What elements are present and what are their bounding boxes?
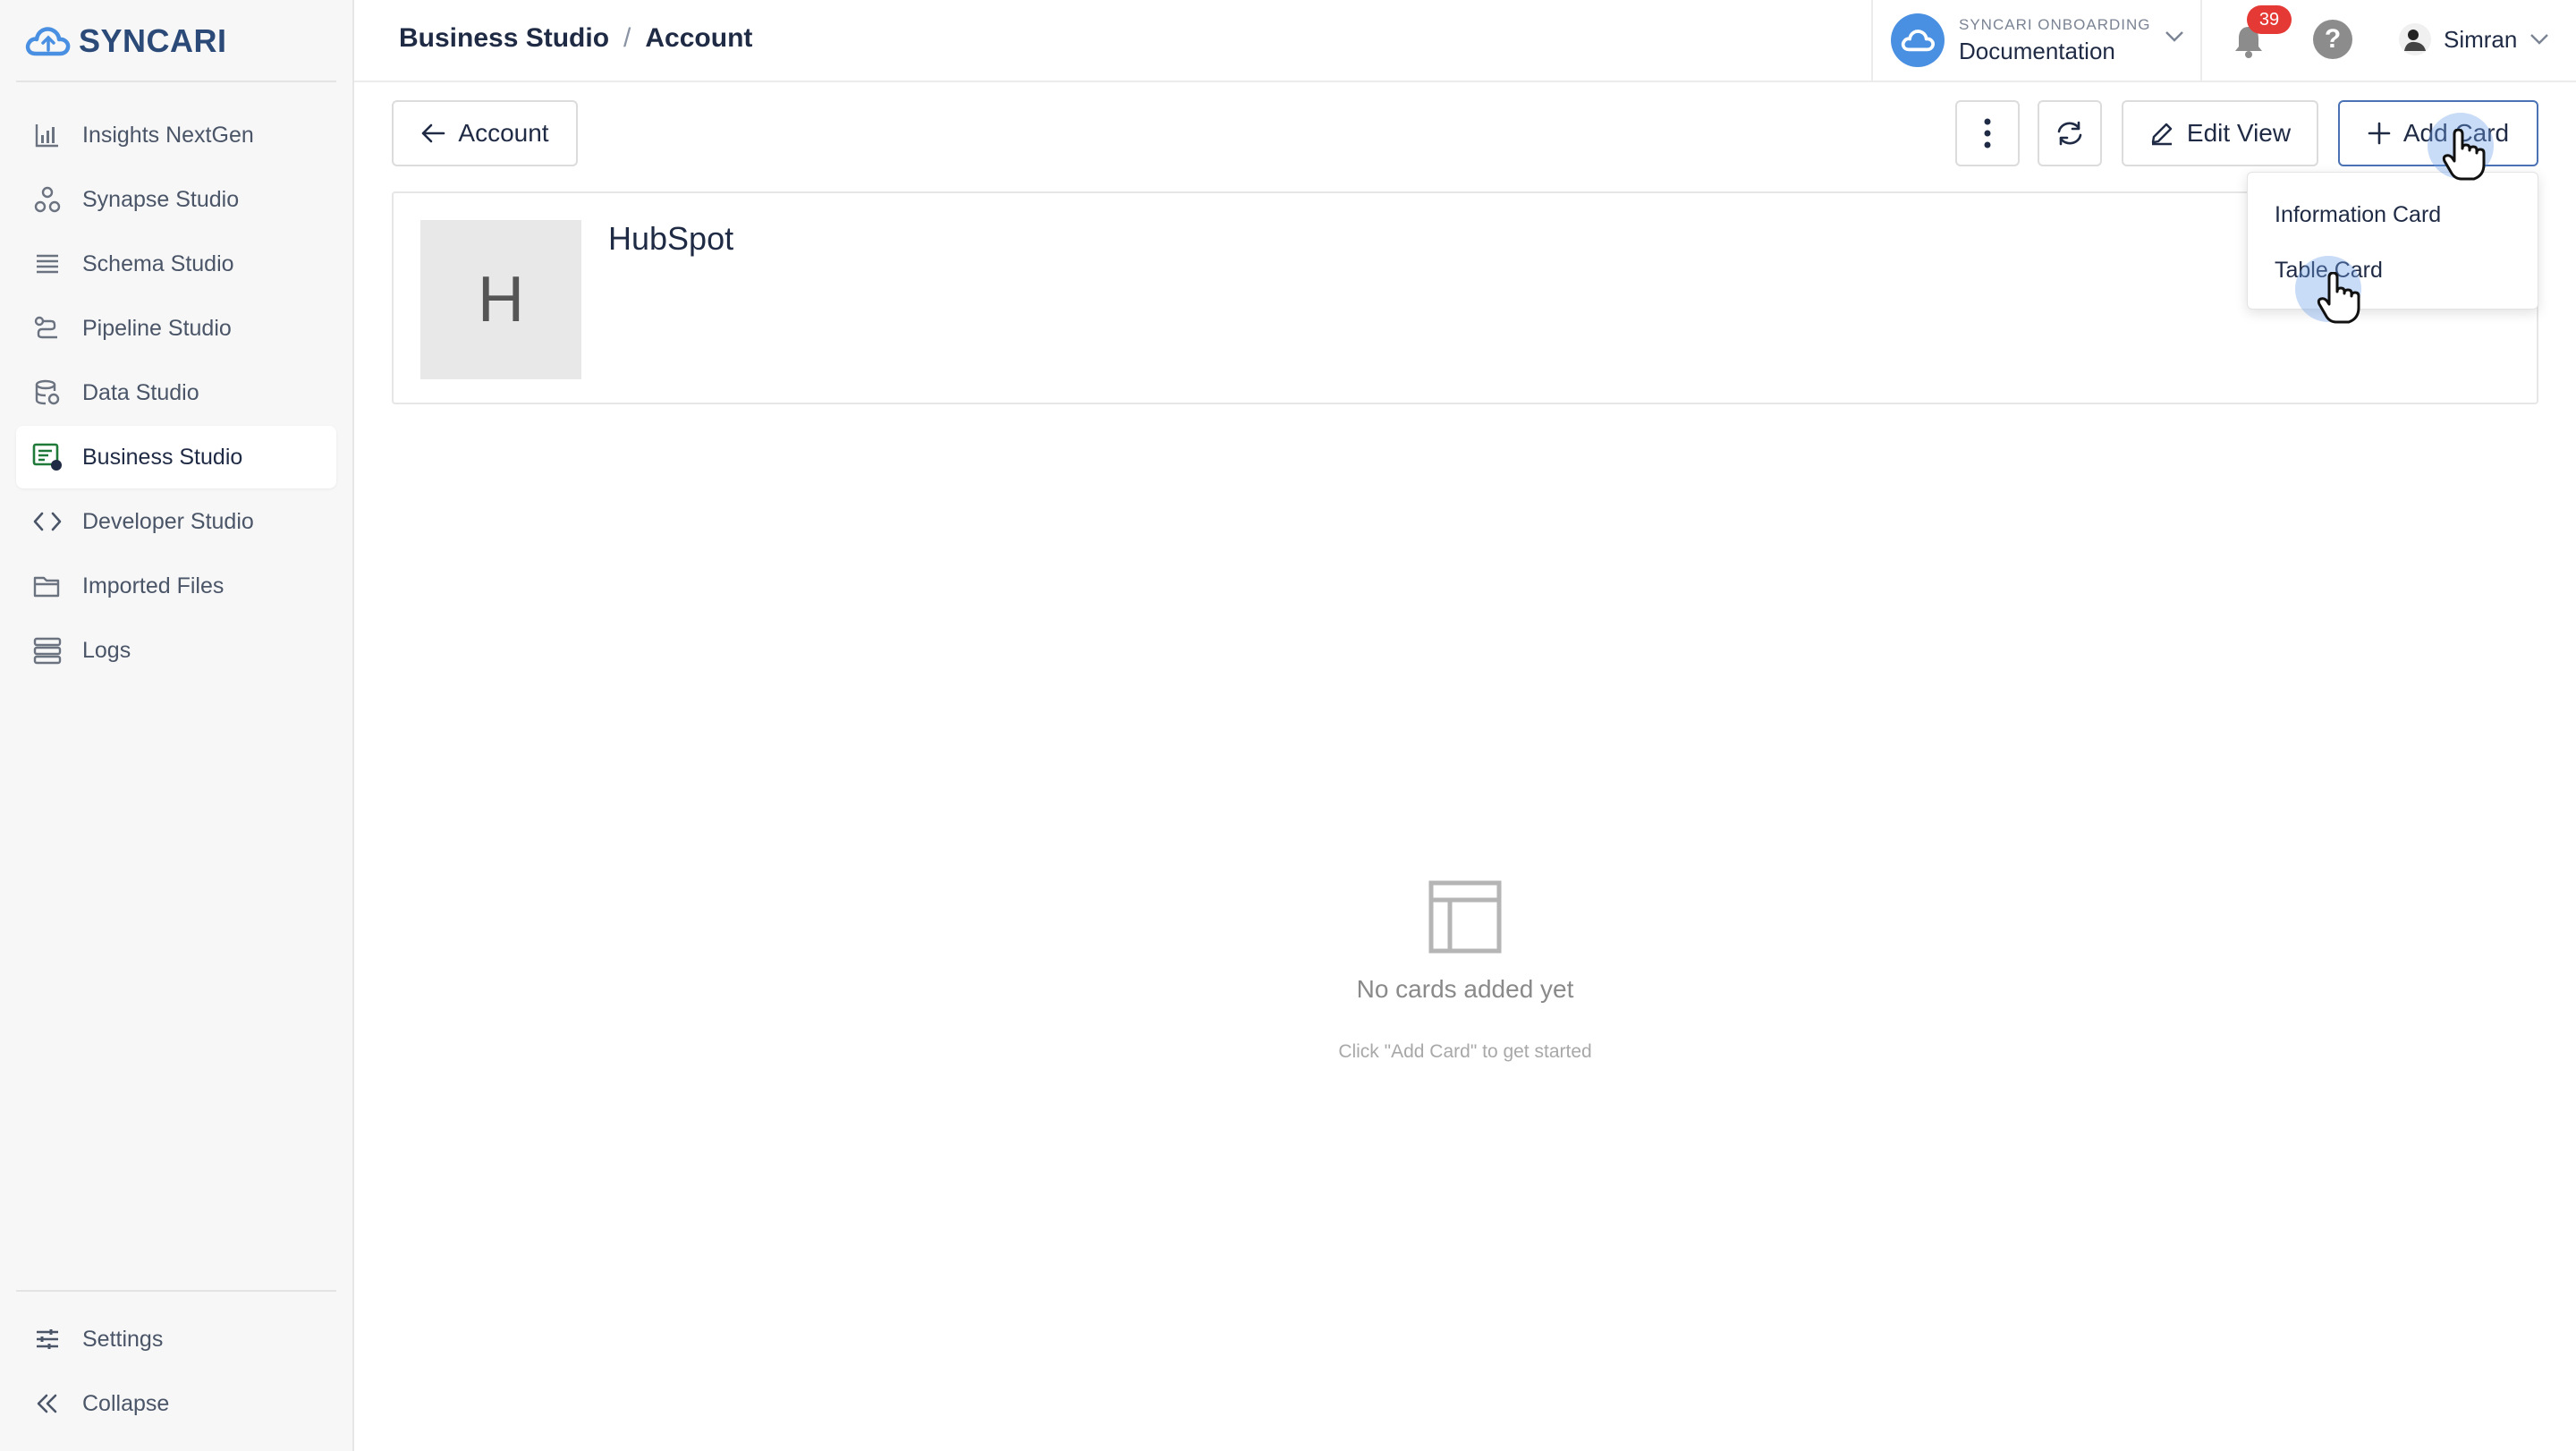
sidebar-item-label: Logs <box>82 637 131 663</box>
layout-icon <box>1428 880 1502 954</box>
record-name: HubSpot <box>608 220 734 257</box>
sidebar-item-developer-studio[interactable]: Developer Studio <box>16 490 336 553</box>
refresh-button[interactable] <box>2038 100 2102 166</box>
org-cloud-icon <box>1891 13 1945 67</box>
database-icon <box>32 378 63 408</box>
breadcrumb: Business Studio / Account <box>399 23 752 54</box>
breadcrumb-separator: / <box>623 23 631 53</box>
cloud-logo-icon <box>25 27 71 56</box>
sidebar-item-label: Data Studio <box>82 379 199 405</box>
refresh-icon <box>2055 120 2085 147</box>
divider <box>16 81 336 82</box>
record-avatar: H <box>420 220 581 379</box>
chevron-down-icon <box>2529 33 2549 46</box>
sidebar-bottom: Settings Collapse <box>16 1290 336 1437</box>
breadcrumb-business-studio[interactable]: Business Studio <box>399 23 609 54</box>
edit-view-label: Edit View <box>2186 119 2292 147</box>
double-chevron-left-icon <box>32 1388 63 1419</box>
sidebar: SYNCARI Insights NextGen Synapse Studio … <box>0 0 354 1451</box>
sidebar-item-label: Synapse Studio <box>82 186 240 212</box>
back-button-label: Account <box>458 119 549 147</box>
sidebar-item-label: Settings <box>82 1326 164 1352</box>
empty-state-subtitle: Click "Add Card" to get started <box>1338 1041 1592 1062</box>
logs-icon <box>32 635 63 666</box>
schema-list-icon <box>32 249 63 279</box>
record-header-card: H HubSpot <box>392 191 2538 404</box>
sidebar-item-collapse[interactable]: Collapse <box>16 1372 336 1435</box>
sidebar-item-label: Insights NextGen <box>82 122 254 148</box>
sidebar-item-pipeline-studio[interactable]: Pipeline Studio <box>16 297 336 360</box>
vertical-dots-icon <box>1983 117 1992 149</box>
sidebar-nav: Insights NextGen Synapse Studio Schema S… <box>16 104 336 683</box>
synapse-icon <box>32 184 63 215</box>
sidebar-item-label: Imported Files <box>82 573 225 598</box>
org-label: SYNCARI ONBOARDING <box>1959 15 2151 33</box>
user-name: Simran <box>2444 25 2518 53</box>
menu-item-table-card[interactable]: Table Card <box>2248 242 2538 298</box>
chevron-down-icon <box>2165 30 2184 43</box>
add-card-menu: Information Card Table Card <box>2247 172 2538 310</box>
sidebar-item-settings[interactable]: Settings <box>16 1308 336 1370</box>
sidebar-item-label: Schema Studio <box>82 250 234 276</box>
avatar <box>2399 23 2431 55</box>
more-options-button[interactable] <box>1955 100 2020 166</box>
syncari-logo[interactable]: SYNCARI <box>23 20 227 63</box>
org-switcher[interactable]: SYNCARI ONBOARDING Documentation <box>1871 0 2202 81</box>
pipeline-icon <box>32 313 63 344</box>
pencil-icon <box>2149 121 2174 146</box>
sidebar-item-label: Developer Studio <box>82 508 254 534</box>
sidebar-item-label: Pipeline Studio <box>82 315 232 341</box>
menu-item-information-card[interactable]: Information Card <box>2248 187 2538 242</box>
empty-state-title: No cards added yet <box>1356 975 1574 1003</box>
plus-icon <box>2368 122 2391 145</box>
sliders-icon <box>32 1324 63 1354</box>
bar-chart-icon <box>32 120 63 150</box>
sidebar-item-label: Collapse <box>82 1390 170 1416</box>
sidebar-item-label: Business Studio <box>82 444 243 470</box>
empty-state: No cards added yet Click "Add Card" to g… <box>1288 880 1642 1063</box>
user-menu[interactable]: Simran <box>2399 20 2549 59</box>
back-button[interactable]: Account <box>392 100 578 166</box>
org-name: Documentation <box>1959 37 2115 64</box>
sidebar-item-synapse-studio[interactable]: Synapse Studio <box>16 168 336 231</box>
sidebar-item-business-studio[interactable]: Business Studio <box>16 426 336 488</box>
help-icon[interactable]: ? <box>2313 20 2352 59</box>
business-icon <box>32 442 63 472</box>
arrow-left-icon <box>420 123 445 144</box>
folder-icon <box>32 571 63 601</box>
sidebar-item-insights-nextgen[interactable]: Insights NextGen <box>16 104 336 166</box>
code-icon <box>32 506 63 537</box>
sidebar-item-imported-files[interactable]: Imported Files <box>16 555 336 617</box>
sidebar-item-logs[interactable]: Logs <box>16 619 336 682</box>
brand-name: SYNCARI <box>79 22 227 59</box>
sidebar-item-schema-studio[interactable]: Schema Studio <box>16 233 336 295</box>
sidebar-item-data-studio[interactable]: Data Studio <box>16 361 336 424</box>
notification-badge: 39 <box>2247 5 2292 34</box>
breadcrumb-account: Account <box>645 23 753 53</box>
edit-view-button[interactable]: Edit View <box>2122 100 2318 166</box>
